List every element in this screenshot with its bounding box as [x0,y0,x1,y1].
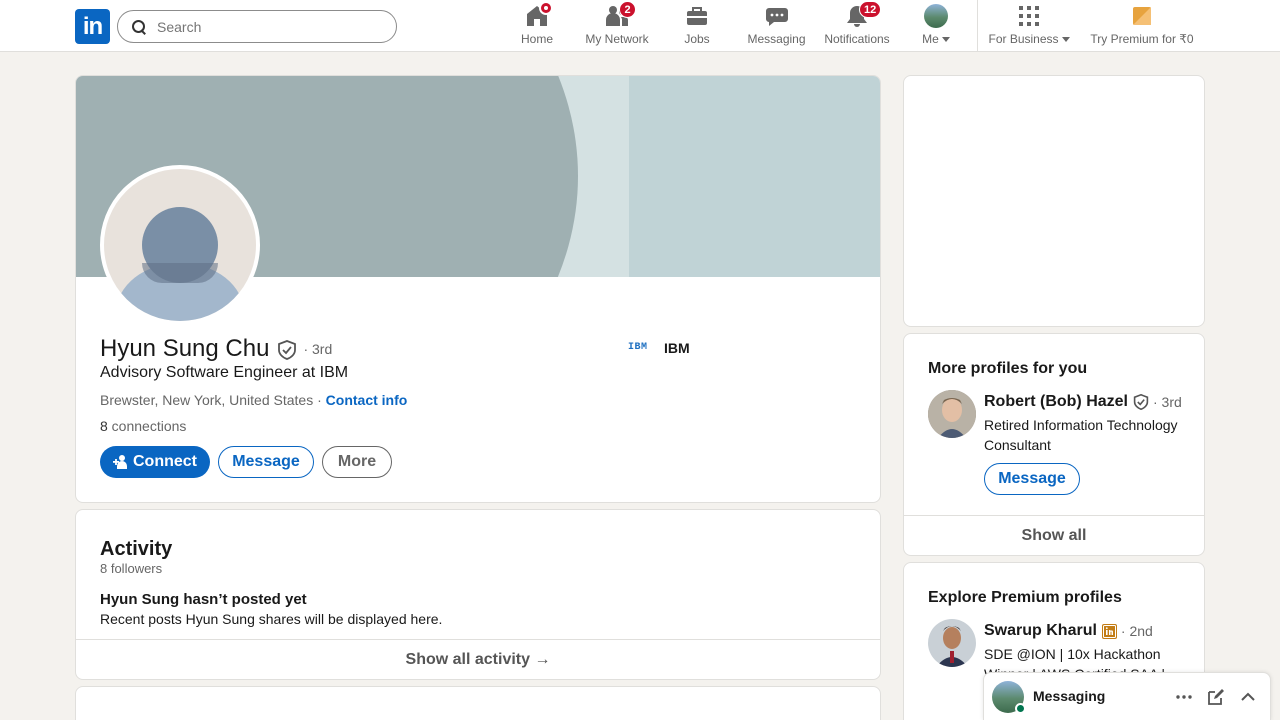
more-options-icon[interactable] [1172,687,1196,707]
profile-avatar[interactable] [100,165,260,325]
nav-notifications[interactable]: 12 Notifications [823,1,891,50]
more-profiles-card: More profiles for you Robert (Bob) Hazel… [903,333,1205,556]
profile-card: Hyun Sung Chu · 3rd Advisory Software En… [75,75,881,503]
home-icon [525,1,553,28]
nav-my-network-label: My Network [585,32,649,46]
network-icon: 2 [605,1,636,28]
compose-icon[interactable] [1206,687,1226,707]
robert-hazel-message-button[interactable]: Message [984,463,1080,495]
more-button[interactable]: More [322,446,392,478]
next-section-card [75,686,881,720]
nav-home-label: Home [521,32,554,46]
sidebar-ad-card [903,75,1205,327]
activity-title: Activity [100,538,173,560]
messaging-bar[interactable]: Messaging [983,672,1271,720]
premium-profiles-title: Explore Premium profiles [928,589,1122,606]
profile-location: Brewster, New York, United States [100,392,314,408]
nav-home[interactable]: Home [521,1,554,50]
online-status-dot [1015,703,1026,714]
profile-headline: Advisory Software Engineer at IBM [100,364,349,381]
nav-messaging[interactable]: Messaging [747,4,806,50]
chevron-down-icon [941,37,950,43]
home-notification-dot [539,1,553,15]
swarup-kharul-avatar[interactable] [928,619,976,667]
connections-label: connections [107,418,187,434]
activity-empty-subtitle: Recent posts Hyun Sung shares will be di… [100,611,443,627]
messaging-icon [765,4,789,28]
activity-card: Activity 8 followers Hyun Sung hasn’t po… [75,509,881,680]
chevron-down-icon [1061,37,1070,43]
nav-divider [977,0,978,52]
swarup-kharul-name[interactable]: Swarup Kharul [984,622,1097,640]
activity-empty-title: Hyun Sung hasn’t posted yet [100,591,307,608]
nav-try-premium-label: Try Premium for ₹0 [1090,32,1194,46]
company-name: IBM [664,340,690,356]
notifications-badge: 12 [859,1,882,18]
profile-name: Hyun Sung Chu [100,335,270,362]
robert-hazel-degree: · 3rd [1153,394,1182,410]
premium-icon [1101,623,1117,639]
search-icon [130,18,148,36]
add-person-icon [113,455,127,469]
current-company[interactable]: IBM IBM [628,340,690,356]
network-badge: 2 [619,1,636,18]
robert-hazel-avatar[interactable] [928,390,976,438]
message-button[interactable]: Message [218,446,314,478]
robert-hazel-headline: Retired Information Technology Consultan… [984,417,1178,453]
nav-messaging-label: Messaging [747,32,806,46]
connections-count: 8 [100,418,108,434]
verified-shield-icon [1133,393,1149,411]
nav-for-business-label: For Business [988,32,1059,46]
swarup-kharul-headline-line1: SDE @ION | 10x Hackathon [984,646,1161,662]
verified-shield-icon[interactable] [277,339,297,360]
search-box[interactable] [117,10,397,43]
nav-me-label: Me [922,32,939,46]
premium-icon [1130,4,1154,28]
me-avatar [924,4,948,28]
nav-for-business[interactable]: For Business [988,4,1070,50]
chevron-up-icon[interactable] [1238,687,1258,707]
robert-hazel-name[interactable]: Robert (Bob) Hazel [984,393,1128,411]
more-profiles-title: More profiles for you [928,360,1088,377]
grid-icon [1017,4,1041,28]
nav-me[interactable]: Me [920,4,952,50]
contact-info-link[interactable]: Contact info [326,392,408,408]
nav-try-premium[interactable]: Try Premium for ₹0 [1090,4,1194,50]
ibm-logo: IBM [628,342,648,353]
nav-jobs[interactable]: Jobs [684,4,710,50]
nav-jobs-label: Jobs [684,32,710,46]
nav-my-network[interactable]: 2 My Network [584,1,650,50]
connect-button[interactable]: Connect [100,446,210,478]
search-input[interactable] [157,18,377,35]
bell-icon: 12 [845,1,882,28]
top-nav: in Home 2 My Network Jobs Messaging [0,0,1280,52]
nav-notifications-label: Notifications [824,32,890,46]
show-all-profiles-button[interactable]: Show all [904,515,1204,555]
briefcase-icon [685,4,709,28]
linkedin-logo[interactable]: in [75,9,110,44]
swarup-kharul-degree: · 2nd [1120,623,1153,639]
messaging-bar-label: Messaging [1033,688,1106,704]
connection-degree: · 3rd [303,341,333,357]
followers-count: 8 followers [100,561,163,576]
show-all-activity-button[interactable]: Show all activity → [76,639,880,679]
